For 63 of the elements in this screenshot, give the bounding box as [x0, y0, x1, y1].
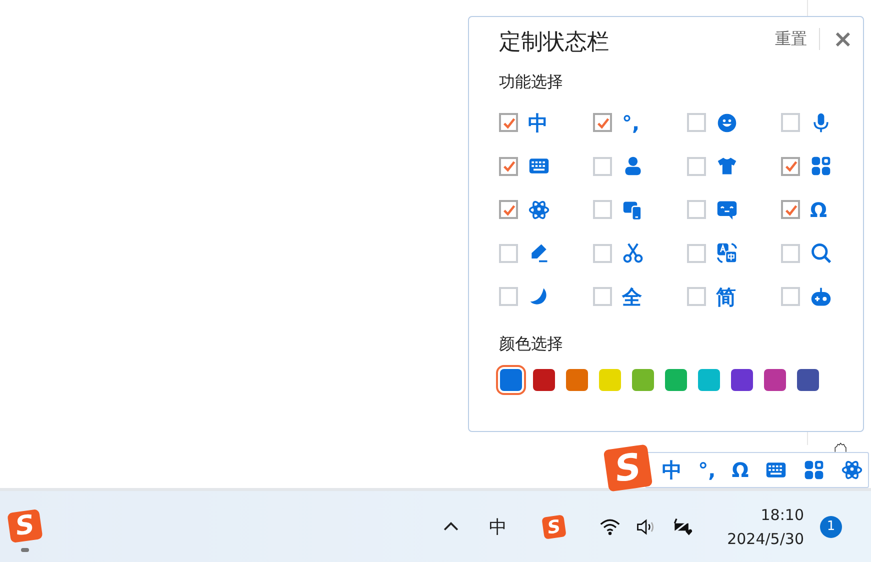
- checkbox[interactable]: [781, 287, 800, 306]
- color-swatch[interactable]: [599, 368, 621, 390]
- checkbox[interactable]: [593, 113, 612, 132]
- clock-date[interactable]: 2024/5/30: [727, 526, 804, 550]
- checkbox[interactable]: [499, 244, 518, 263]
- glyph-icon[interactable]: Ω: [732, 459, 749, 481]
- search-icon: [810, 242, 832, 264]
- checkbox[interactable]: [781, 113, 800, 132]
- checkbox[interactable]: [687, 200, 706, 220]
- glyph-icon: 全: [622, 286, 642, 308]
- checkbox[interactable]: [499, 113, 518, 132]
- app-logo[interactable]: S: [603, 444, 653, 492]
- checkbox[interactable]: [593, 287, 612, 306]
- section-label: 颜色选择: [499, 332, 564, 354]
- glyph-icon: Ω: [810, 198, 828, 221]
- glyph-icon: °,: [622, 112, 640, 134]
- checkbox[interactable]: [687, 244, 706, 263]
- color-swatch[interactable]: [764, 368, 786, 390]
- atom-icon[interactable]: [840, 459, 863, 481]
- checkbox[interactable]: [781, 200, 800, 220]
- running-indicator: [21, 548, 29, 552]
- gamepad-icon: [810, 286, 832, 308]
- color-swatch[interactable]: [797, 368, 819, 390]
- color-swatch[interactable]: [500, 368, 522, 390]
- glyph-icon: 中: [528, 112, 548, 134]
- translate-icon: [716, 242, 738, 264]
- checkbox[interactable]: [687, 156, 706, 176]
- apps-icon: [810, 155, 832, 178]
- checkbox[interactable]: [499, 200, 518, 220]
- close-button[interactable]: ×: [832, 28, 853, 50]
- color-swatch[interactable]: [566, 368, 588, 390]
- checkbox[interactable]: [499, 287, 518, 306]
- chat-face-icon: [716, 198, 738, 221]
- person-icon: [622, 155, 644, 178]
- checkbox[interactable]: [593, 156, 612, 176]
- checkbox[interactable]: [499, 156, 518, 176]
- checkbox[interactable]: [593, 200, 612, 220]
- smiley-icon: [716, 112, 738, 134]
- color-swatch[interactable]: [665, 368, 687, 390]
- glyph-icon[interactable]: °,: [698, 459, 716, 481]
- checkbox[interactable]: [781, 156, 800, 176]
- app-logo[interactable]: S: [7, 508, 43, 544]
- reset-button[interactable]: 重置: [774, 28, 807, 50]
- checkbox[interactable]: [687, 287, 706, 306]
- apps-icon[interactable]: [802, 459, 825, 481]
- color-swatch[interactable]: [632, 368, 654, 390]
- shirt-icon: [716, 155, 738, 178]
- ime-indicator[interactable]: 中: [489, 514, 508, 538]
- clock-time[interactable]: 18:10: [760, 502, 804, 526]
- panel-title: 定制状态栏: [499, 29, 609, 57]
- checkbox[interactable]: [593, 244, 612, 263]
- checkbox[interactable]: [781, 244, 800, 263]
- atom-icon: [528, 198, 550, 221]
- checkbox[interactable]: [687, 113, 706, 132]
- scissors-icon: [622, 242, 644, 264]
- notification-badge[interactable]: 1: [820, 516, 842, 538]
- color-swatch[interactable]: [698, 368, 720, 390]
- glyph-icon[interactable]: 中: [662, 459, 682, 481]
- color-swatch[interactable]: [731, 368, 753, 390]
- glyph-icon: 简: [716, 286, 736, 308]
- section-label: 功能选择: [499, 71, 564, 93]
- app-logo[interactable]: S: [542, 514, 566, 539]
- color-swatch[interactable]: [533, 368, 555, 390]
